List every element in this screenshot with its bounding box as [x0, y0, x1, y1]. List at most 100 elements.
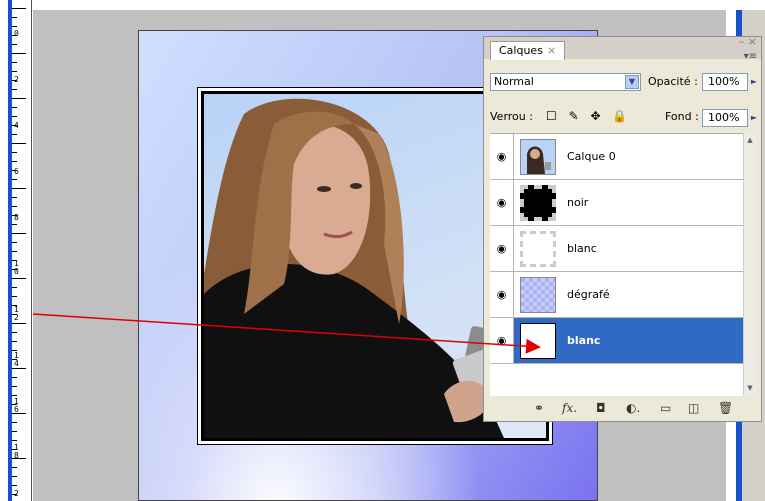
layer-row-noir[interactable]: ◉ noir [490, 180, 743, 226]
ruler-tick [12, 143, 26, 144]
layer-name: dégrafé [567, 288, 610, 301]
lock-options-icon[interactable]: ☐ ✎ ✥ 🔒 [546, 109, 631, 123]
fill-input[interactable]: 100% [702, 109, 748, 127]
ruler-tick [12, 233, 26, 234]
ruler-tick [12, 26, 17, 27]
visibility-eye-icon[interactable]: ◉ [490, 272, 514, 317]
ruler-tick [12, 377, 17, 378]
ruler-label: 1 6 [14, 397, 19, 414]
layer-name: noir [567, 196, 589, 209]
ruler-tick [12, 98, 26, 99]
ruler-tick [12, 44, 17, 45]
new-layer-icon[interactable]: ◫ [688, 401, 699, 415]
link-icon[interactable]: ⚭ [534, 401, 544, 415]
ruler-tick [12, 323, 26, 324]
ruler-tick [12, 368, 26, 369]
ruler-tick [12, 287, 17, 288]
ruler-tick [12, 341, 17, 342]
tab-calques[interactable]: Calques × [490, 41, 566, 60]
fx-icon[interactable]: fx. [562, 401, 577, 415]
ruler-tick [12, 278, 26, 279]
adjustment-icon[interactable]: ◐. [626, 401, 640, 415]
ruler-label: 1 8 [14, 443, 19, 460]
tab-close-icon[interactable]: × [547, 44, 556, 57]
ruler-label: 1 2 [14, 305, 19, 322]
layers-bottom-toolbar: ⚭ fx. ◘ ◐. ▭ ◫ 🗑 [490, 399, 757, 419]
fill-label: Fond : [665, 110, 699, 123]
scroll-down-icon[interactable]: ▼ [744, 381, 756, 395]
ruler-tick [12, 296, 17, 297]
layer-thumbnail-gradient [520, 277, 556, 313]
ruler-tick [12, 134, 17, 135]
layers-scrollbar[interactable]: ▲ ▼ [743, 133, 756, 395]
mask-icon[interactable]: ◘ [596, 401, 606, 415]
ruler-tick [12, 188, 26, 189]
ruler-tick [12, 431, 17, 432]
ruler-tick [12, 251, 17, 252]
ruler-label: 4 [14, 121, 19, 130]
layer-thumbnail-white-transparent [520, 231, 556, 267]
visibility-eye-icon[interactable]: ◉ [490, 226, 514, 271]
ruler-tick [12, 440, 17, 441]
ruler-tick [12, 89, 17, 90]
tab-label: Calques [499, 44, 543, 57]
chevron-down-icon[interactable]: ▼ [625, 75, 639, 89]
ruler-label: 0 [14, 29, 19, 38]
ruler-label: 1 0 [14, 259, 19, 276]
ruler-tick [12, 332, 17, 333]
layer-name: Calque 0 [567, 150, 616, 163]
scroll-up-icon[interactable]: ▲ [744, 133, 756, 147]
ruler-label: 1 4 [14, 351, 19, 368]
panel-menu-icon[interactable]: ▾≡ [744, 51, 757, 62]
layer-thumbnail-photo [520, 139, 556, 175]
blend-mode-select[interactable]: Normal ▼ [490, 73, 641, 91]
window-controls[interactable]: – × [739, 36, 757, 47]
visibility-eye-icon[interactable]: ◉ [490, 318, 514, 363]
ruler-tick [12, 8, 26, 9]
layer-thumbnail-black [520, 185, 556, 221]
ruler-label: 2 [14, 75, 19, 84]
ruler-tick [12, 161, 17, 162]
trash-icon[interactable]: 🗑 [718, 401, 733, 415]
ruler-tick [12, 62, 17, 63]
ruler-label: 2 [14, 489, 19, 498]
layers-panel: Calques × – × ▾≡ Normal ▼ Opacité : 100% … [483, 36, 762, 422]
layer-name: blanc [567, 242, 597, 255]
ruler-tick [12, 107, 17, 108]
vertical-ruler: 0 2 4 6 8 1 0 1 2 1 4 1 6 1 8 2 [8, 0, 32, 501]
blend-row: Normal ▼ Opacité : 100% ► [490, 73, 757, 93]
lock-label: Verrou : [490, 110, 533, 123]
opacity-input[interactable]: 100% [702, 73, 748, 91]
lock-row: Verrou : ☐ ✎ ✥ 🔒 Fond : 100% ► [490, 107, 757, 129]
layer-row-blanc-transparent[interactable]: ◉ blanc [490, 226, 743, 272]
ruler-tick [12, 206, 17, 207]
ruler-tick [12, 422, 17, 423]
ruler-tick [12, 224, 17, 225]
ruler-tick [12, 485, 17, 486]
ruler-tick [12, 116, 17, 117]
opacity-slider-arrow-icon[interactable]: ► [748, 73, 760, 91]
visibility-eye-icon[interactable]: ◉ [490, 180, 514, 225]
blend-mode-value: Normal [494, 75, 534, 88]
fill-slider-arrow-icon[interactable]: ► [748, 109, 760, 127]
opacity-label: Opacité : [648, 75, 698, 88]
layer-row-blanc-selected[interactable]: ◉ blanc [490, 318, 743, 364]
ruler-tick [12, 395, 17, 396]
ruler-tick [12, 242, 17, 243]
layer-row-calque-0[interactable]: ◉ Calque 0 [490, 134, 743, 180]
layer-name: blanc [567, 334, 601, 347]
ruler-tick [12, 476, 17, 477]
ruler-label: 8 [14, 213, 19, 222]
ruler-tick [12, 152, 17, 153]
layers-list: ◉ Calque 0 ◉ noir ◉ blanc ◉ dégrafé ◉ bl… [490, 133, 743, 396]
visibility-eye-icon[interactable]: ◉ [490, 134, 514, 179]
panel-title-bar: Calques × – × ▾≡ [484, 36, 761, 62]
group-icon[interactable]: ▭ [660, 401, 671, 415]
ruler-tick [12, 386, 17, 387]
ruler-tick [12, 71, 17, 72]
ruler-label: 6 [14, 167, 19, 176]
ruler-tick [12, 467, 17, 468]
layer-row-degrafe[interactable]: ◉ dégrafé [490, 272, 743, 318]
ruler-tick [12, 17, 17, 18]
ruler-tick [12, 179, 17, 180]
